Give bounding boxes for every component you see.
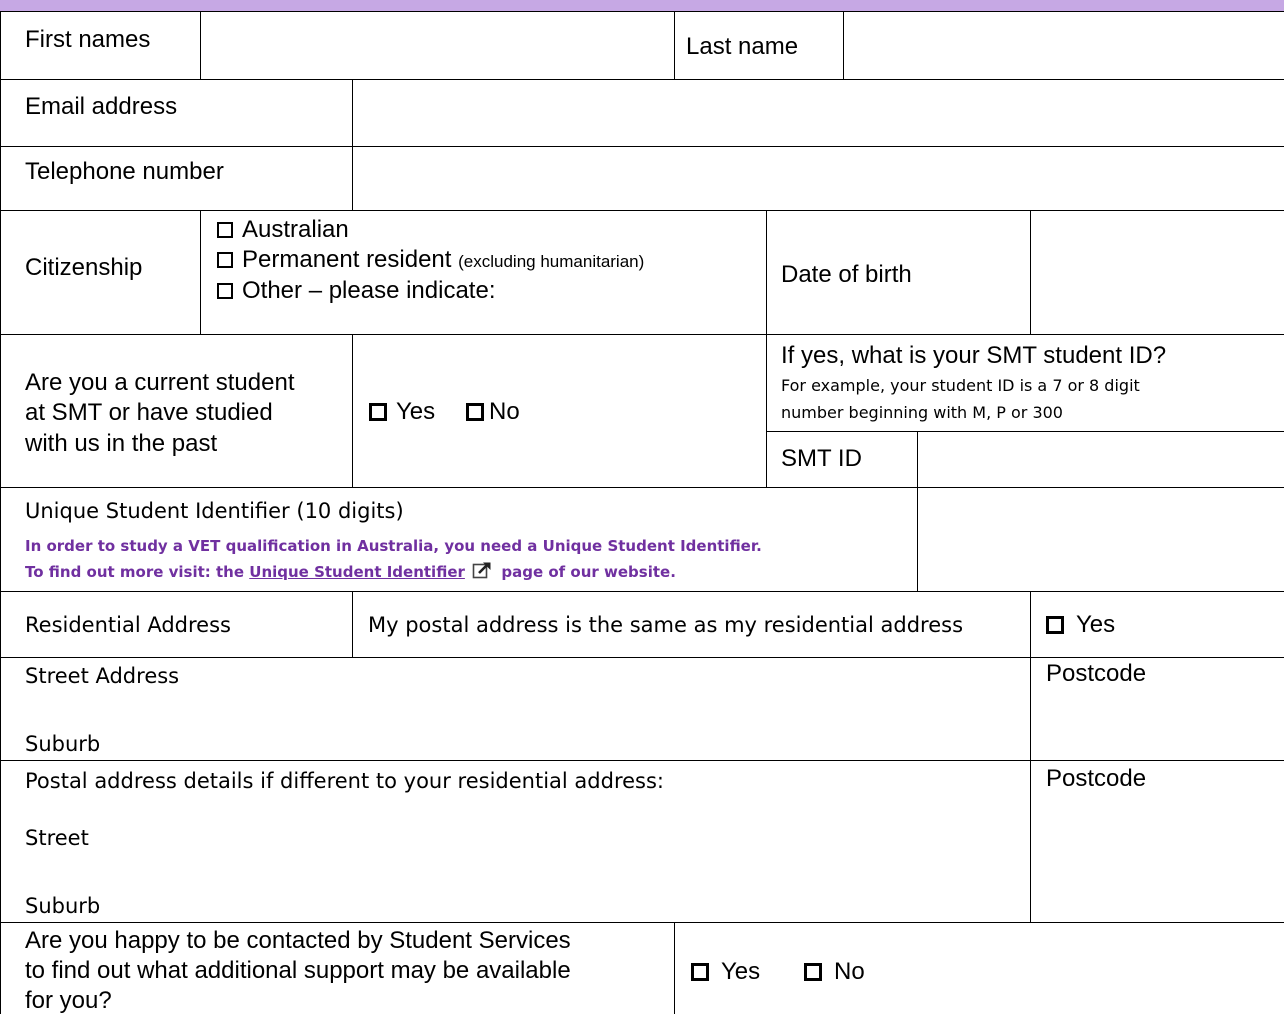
postcode-label: Postcode	[1046, 660, 1147, 687]
rule	[674, 922, 675, 1014]
checkbox[interactable]	[804, 963, 822, 981]
student-question-line: at SMT or have studied	[25, 399, 273, 426]
telephone-field[interactable]	[353, 147, 1284, 210]
rule	[0, 334, 1284, 335]
support-question-line: for you?	[25, 987, 112, 1014]
usi-link[interactable]: Unique Student Identifier	[249, 563, 465, 581]
rule	[674, 11, 675, 79]
postal-intro-label: Postal address details if different to y…	[25, 769, 665, 793]
rule	[1030, 591, 1031, 922]
student-details-form: First names Last name Email address Tele…	[0, 0, 1284, 1014]
rule	[200, 210, 201, 334]
citizenship-option-permanent[interactable]: Permanent resident (excluding humanitari…	[217, 245, 644, 277]
checkbox[interactable]	[691, 963, 709, 981]
option-note: (excluding humanitarian)	[458, 252, 645, 271]
rule	[766, 334, 767, 487]
external-link-icon[interactable]	[472, 561, 492, 579]
yes-label: Yes	[721, 958, 761, 985]
student-question-line: with us in the past	[25, 430, 218, 457]
rule	[352, 591, 353, 657]
student-no-option[interactable]: No	[466, 397, 520, 427]
checkbox[interactable]	[1046, 616, 1064, 634]
rule	[766, 210, 767, 334]
student-id-hint: number beginning with M, P or 300	[781, 403, 1063, 422]
no-label: No	[489, 398, 520, 425]
rule	[0, 591, 1284, 592]
suburb-label: Suburb	[25, 732, 101, 756]
rule	[0, 922, 1284, 923]
usi-note-prefix: To find out more visit: the	[25, 563, 245, 581]
option-label: Permanent resident	[242, 246, 452, 273]
usi-note-suffix: page of our website.	[501, 563, 676, 581]
email-label: Email address	[25, 93, 178, 120]
citizenship-label: Citizenship	[25, 254, 143, 281]
postal-street-label: Street	[25, 826, 89, 850]
usi-note-link-line: To find out more visit: the Unique Stude…	[25, 559, 676, 585]
support-question-line: Are you happy to be contacted by Student…	[25, 927, 571, 954]
rule	[0, 760, 1284, 761]
postal-suburb-label: Suburb	[25, 894, 101, 918]
first-names-field[interactable]	[201, 12, 674, 79]
usi-field[interactable]	[918, 488, 1284, 591]
support-question-line: to find out what additional support may …	[25, 957, 571, 984]
student-yes-option[interactable]: Yes	[369, 397, 435, 427]
student-id-hint: For example, your student ID is a 7 or 8…	[781, 376, 1140, 395]
last-name-field[interactable]	[844, 12, 1284, 79]
checkbox[interactable]	[466, 403, 484, 421]
street-address-label: Street Address	[25, 664, 180, 688]
yes-label: Yes	[396, 398, 436, 425]
dob-label: Date of birth	[781, 261, 912, 288]
rule	[352, 334, 353, 487]
same-postal-yes-option[interactable]: Yes	[1046, 610, 1115, 640]
support-no-option[interactable]: No	[804, 957, 865, 987]
citizenship-option-australian[interactable]: Australian	[217, 215, 349, 245]
email-field[interactable]	[353, 80, 1284, 146]
same-postal-text: My postal address is the same as my resi…	[368, 613, 964, 637]
postal-postcode-label: Postcode	[1046, 765, 1147, 792]
telephone-label: Telephone number	[25, 158, 224, 185]
residential-address-label: Residential Address	[25, 613, 231, 637]
rule	[0, 11, 1, 1014]
support-yes-option[interactable]: Yes	[691, 957, 760, 987]
smt-id-label: SMT ID	[781, 445, 862, 472]
first-names-label: First names	[25, 26, 151, 53]
no-label: No	[834, 958, 865, 985]
usi-label: Unique Student Identifier (10 digits)	[25, 499, 404, 523]
student-question-line: Are you a current student	[25, 369, 295, 396]
checkbox[interactable]	[217, 222, 233, 238]
checkbox[interactable]	[217, 283, 233, 299]
rule	[0, 657, 1284, 658]
option-label: Australian	[242, 216, 349, 243]
checkbox[interactable]	[217, 252, 233, 268]
smt-id-field[interactable]	[918, 432, 1284, 487]
usi-note: In order to study a VET qualification in…	[25, 537, 762, 555]
last-name-label: Last name	[686, 33, 799, 60]
checkbox[interactable]	[369, 403, 387, 421]
student-id-question: If yes, what is your SMT student ID?	[781, 342, 1167, 369]
option-label: Other – please indicate:	[242, 277, 496, 304]
citizenship-option-other[interactable]: Other – please indicate:	[217, 276, 496, 306]
dob-field[interactable]	[1031, 211, 1284, 334]
header-band	[0, 0, 1284, 11]
yes-label: Yes	[1076, 611, 1116, 638]
